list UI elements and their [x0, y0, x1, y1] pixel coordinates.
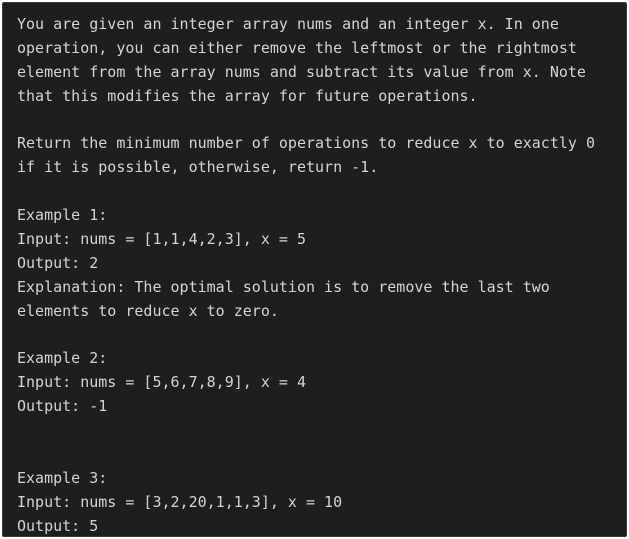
example-1-explanation: elements to reduce x to zero. [17, 301, 279, 320]
return-line: if it is possible, otherwise, return -1. [17, 158, 379, 177]
example-3-input: Input: nums = [3,2,20,1,1,3], x = 10 [17, 492, 343, 511]
example-3-output: Output: 5 [17, 516, 99, 535]
example-2-title: Example 2: [17, 349, 108, 368]
example-3-title: Example 3: [17, 468, 108, 487]
description-line: operation, you can either remove the lef… [17, 38, 577, 57]
example-1-input: Input: nums = [1,1,4,2,3], x = 5 [17, 230, 306, 249]
problem-text: You are given an integer array nums and … [3, 3, 626, 536]
description-line: element from the array nums and subtract… [17, 62, 586, 81]
problem-code-block: You are given an integer array nums and … [2, 2, 627, 537]
example-1-explanation: Explanation: The optimal solution is to … [17, 277, 550, 296]
example-1-title: Example 1: [17, 206, 108, 225]
example-2-input: Input: nums = [5,6,7,8,9], x = 4 [17, 373, 306, 392]
example-1-output: Output: 2 [17, 253, 99, 272]
description-line: that this modifies the array for future … [17, 86, 478, 105]
example-2-output: Output: -1 [17, 397, 108, 416]
description-line: You are given an integer array nums and … [17, 15, 559, 33]
return-line: Return the minimum number of operations … [17, 134, 595, 153]
